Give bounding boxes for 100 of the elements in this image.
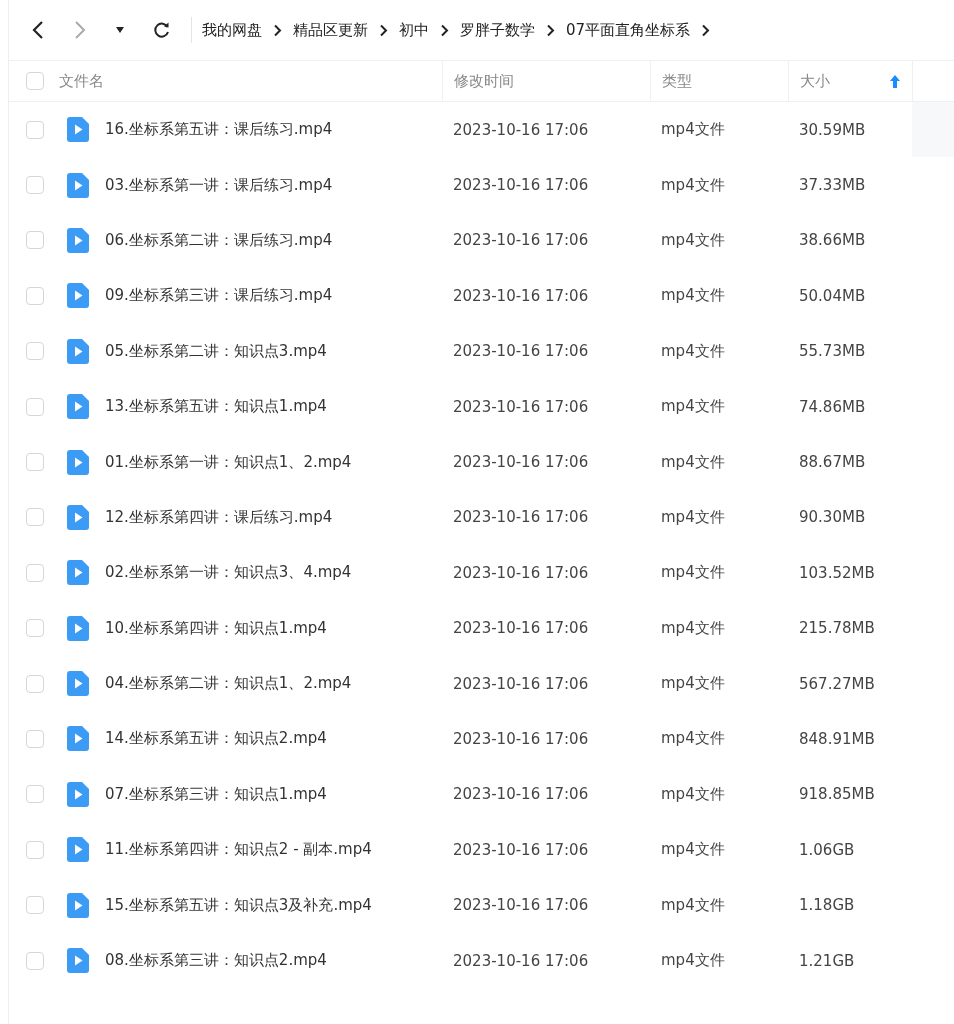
row-checkbox[interactable] [26, 176, 44, 195]
file-size: 1.21GB [799, 951, 855, 970]
file-type: mp4文件 [661, 507, 725, 527]
row-checkbox[interactable] [26, 785, 44, 804]
chevron-icon [273, 23, 282, 37]
file-type: mp4文件 [661, 729, 725, 749]
file-type: mp4文件 [661, 563, 725, 583]
row-checkbox[interactable] [26, 563, 44, 582]
forward-icon [73, 20, 87, 40]
video-file-icon [67, 172, 89, 198]
file-type: mp4文件 [661, 618, 725, 638]
row-checkbox[interactable] [26, 231, 44, 250]
modified-time: 2023-10-16 17:06 [453, 397, 589, 416]
modified-time: 2023-10-16 17:06 [453, 674, 589, 693]
modified-time: 2023-10-16 17:06 [453, 286, 589, 305]
file-name[interactable]: 10.坐标系第四讲：知识点1.mp4 [105, 618, 327, 638]
file-type: mp4文件 [661, 452, 725, 472]
modified-time: 2023-10-16 17:06 [453, 896, 589, 915]
column-header[interactable]: 修改时间 [454, 71, 514, 91]
video-file-icon [67, 615, 89, 641]
file-type: mp4文件 [661, 951, 725, 971]
file-name[interactable]: 15.坐标系第五讲：知识点3及补充.mp4 [105, 895, 372, 915]
row-checkbox[interactable] [26, 730, 44, 748]
column-header[interactable]: 大小 [800, 71, 830, 91]
back-icon [31, 20, 45, 40]
row-checkbox[interactable] [26, 951, 44, 970]
file-size: 918.85MB [799, 785, 875, 804]
file-size: 88.67MB [799, 453, 866, 472]
file-type: mp4文件 [661, 895, 725, 915]
file-type: mp4文件 [661, 840, 725, 860]
breadcrumb-link[interactable]: 罗胖子数学 [460, 20, 535, 40]
file-name[interactable]: 09.坐标系第三讲：课后练习.mp4 [105, 286, 333, 306]
file-size: 50.04MB [799, 286, 866, 305]
video-file-icon [67, 449, 89, 475]
breadcrumb-link[interactable]: 精品区更新 [293, 20, 368, 40]
file-name[interactable]: 13.坐标系第五讲：知识点1.mp4 [105, 397, 327, 417]
modified-time: 2023-10-16 17:06 [453, 342, 589, 361]
row-checkbox[interactable] [26, 397, 44, 416]
file-name[interactable]: 03.坐标系第一讲：课后练习.mp4 [105, 175, 333, 195]
video-file-icon [67, 560, 89, 586]
row-checkbox[interactable] [26, 120, 44, 139]
video-file-icon [67, 338, 89, 364]
file-size: 37.33MB [799, 176, 866, 195]
video-file-icon [67, 671, 89, 697]
select-all-checkbox[interactable] [26, 72, 44, 90]
file-type: mp4文件 [661, 784, 725, 804]
modified-time: 2023-10-16 17:06 [453, 840, 589, 859]
file-name[interactable]: 07.坐标系第三讲：知识点1.mp4 [105, 784, 327, 804]
chevron-icon [701, 23, 711, 37]
row-checkbox[interactable] [26, 619, 44, 638]
file-size: 848.91MB [799, 730, 875, 748]
chevron-icon [546, 23, 555, 37]
row-checkbox[interactable] [26, 342, 44, 361]
file-type: mp4文件 [661, 674, 725, 694]
file-name[interactable]: 02.坐标系第一讲：知识点3、4.mp4 [105, 563, 352, 583]
file-size: 38.66MB [799, 231, 866, 250]
row-checkbox[interactable] [26, 508, 44, 527]
column-header[interactable]: 类型 [662, 71, 692, 91]
file-size: 103.52MB [799, 563, 875, 582]
file-name[interactable]: 01.坐标系第一讲：知识点1、2.mp4 [105, 452, 352, 472]
file-size: 74.86MB [799, 397, 866, 416]
modified-time: 2023-10-16 17:06 [453, 231, 589, 250]
breadcrumb-link[interactable]: 初中 [399, 20, 429, 40]
file-name[interactable]: 12.坐标系第四讲：课后练习.mp4 [105, 507, 333, 527]
modified-time: 2023-10-16 17:06 [453, 730, 589, 748]
video-file-icon [67, 504, 89, 530]
refresh-icon [153, 21, 171, 39]
file-name[interactable]: 06.坐标系第二讲：课后练习.mp4 [105, 230, 333, 250]
video-file-icon [67, 892, 89, 918]
file-size: 30.59MB [799, 120, 866, 139]
row-checkbox[interactable] [26, 286, 44, 305]
file-type: mp4文件 [661, 397, 725, 417]
row-checkbox[interactable] [26, 674, 44, 693]
modified-time: 2023-10-16 17:06 [453, 563, 589, 582]
file-size: 215.78MB [799, 619, 875, 638]
breadcrumb-link[interactable]: 07平面直角坐标系 [566, 20, 691, 40]
modified-time: 2023-10-16 17:06 [453, 619, 589, 638]
file-name[interactable]: 11.坐标系第四讲：知识点2 - 副本.mp4 [105, 840, 372, 860]
file-name[interactable]: 05.坐标系第二讲：知识点3.mp4 [105, 341, 327, 361]
video-file-icon [67, 283, 89, 309]
file-size: 90.30MB [799, 508, 866, 527]
video-file-icon [67, 726, 89, 752]
video-file-icon [67, 227, 89, 253]
file-name[interactable]: 04.坐标系第二讲：知识点1、2.mp4 [105, 674, 352, 694]
row-checkbox[interactable] [26, 896, 44, 915]
file-type: mp4文件 [661, 230, 725, 250]
file-name[interactable]: 14.坐标系第五讲：知识点2.mp4 [105, 729, 327, 749]
breadcrumb-link[interactable]: 我的网盘 [202, 20, 262, 40]
column-header[interactable]: 文件名 [59, 71, 104, 91]
file-size: 1.06GB [799, 840, 855, 859]
video-file-icon [67, 837, 89, 863]
modified-time: 2023-10-16 17:06 [453, 951, 589, 970]
row-checkbox[interactable] [26, 453, 44, 472]
file-name[interactable]: 08.坐标系第三讲：知识点2.mp4 [105, 951, 327, 971]
caret-icon [115, 26, 125, 34]
file-type: mp4文件 [661, 341, 725, 361]
video-file-icon [67, 948, 89, 974]
modified-time: 2023-10-16 17:06 [453, 453, 589, 472]
file-name[interactable]: 16.坐标系第五讲：课后练习.mp4 [105, 120, 333, 140]
row-checkbox[interactable] [26, 840, 44, 859]
